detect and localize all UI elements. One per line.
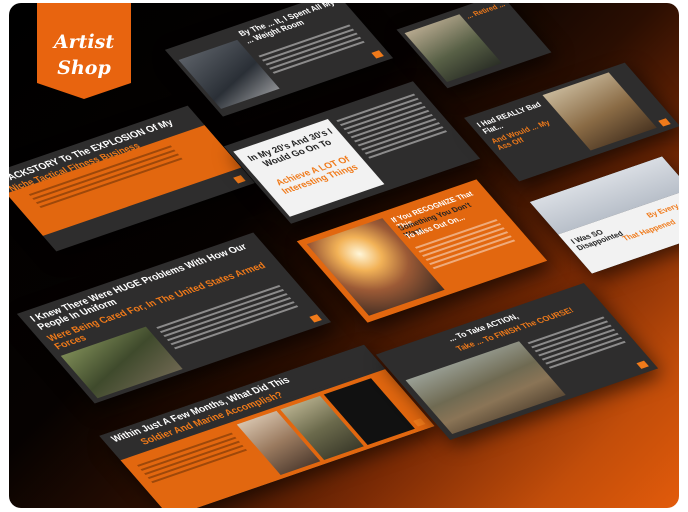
slide-disappointed: I Was SO Disappointed By Every... That H…	[529, 156, 679, 274]
logo-line1: Artist	[53, 31, 115, 53]
kettlebell-photo	[404, 14, 502, 83]
logo-line2: Shop	[57, 57, 111, 79]
boots-photo	[542, 72, 657, 151]
weight-room-photo	[178, 39, 280, 109]
slide-page-marker	[371, 50, 384, 59]
slide-kettlebell: ... Retired ...	[396, 3, 552, 89]
slide-page-marker	[658, 118, 671, 127]
slide-page-marker	[233, 175, 246, 184]
slide-backstory: BACKSTORY To The EXPLOSION Of My Niche T…	[9, 105, 255, 252]
mockup-image: By The ... It, I Spent All My ... Weight…	[9, 3, 679, 508]
artist-shop-logo: Artist Shop	[37, 3, 131, 99]
slide-page-marker	[636, 360, 649, 369]
slide-title: ... Retired ...	[464, 3, 508, 21]
slide-page-marker	[309, 314, 322, 323]
